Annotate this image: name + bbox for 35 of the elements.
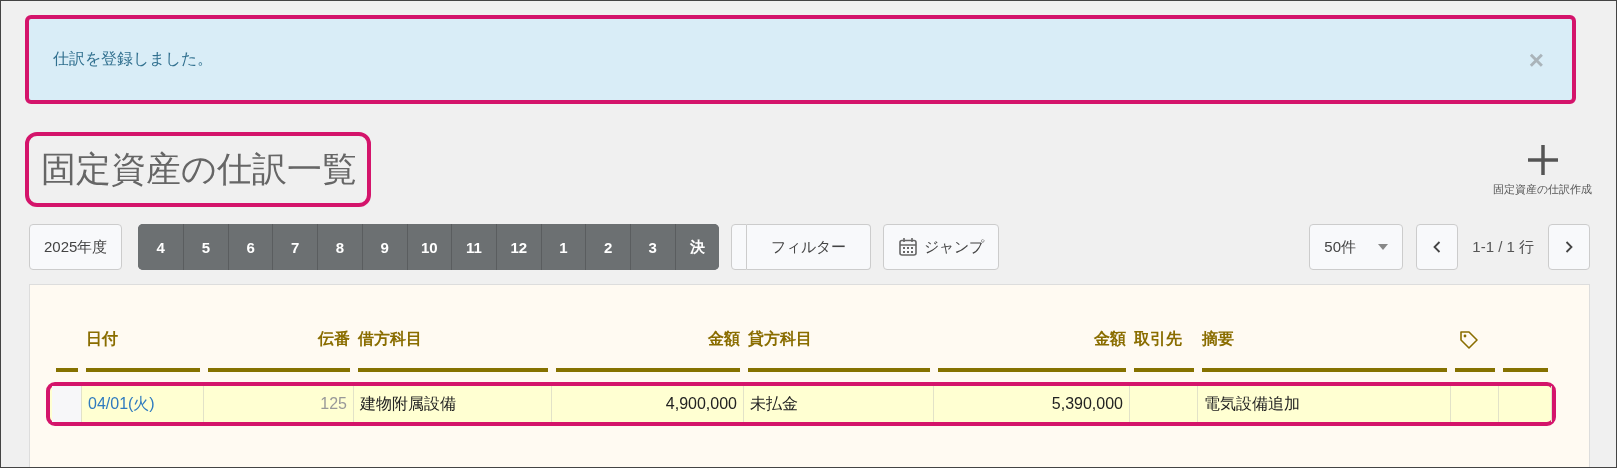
alert-message: 仕訳を登録しました。 bbox=[53, 49, 213, 69]
row-selector-cell[interactable] bbox=[52, 386, 82, 422]
column-header: 取引先 bbox=[1134, 330, 1182, 347]
caret-icon bbox=[1378, 244, 1389, 250]
next-page-button[interactable] bbox=[1548, 224, 1590, 270]
tag-icon bbox=[1459, 330, 1479, 350]
per-page-select[interactable]: 50件 bbox=[1309, 224, 1404, 270]
table-cell: 4,900,000 bbox=[552, 386, 744, 422]
plus-icon bbox=[1526, 144, 1559, 176]
chevron-right-icon bbox=[1565, 241, 1573, 253]
column-header: 金額 bbox=[708, 330, 740, 347]
column-header: 伝番 bbox=[318, 330, 350, 347]
page-title: 固定資産の仕訳一覧 bbox=[25, 132, 371, 207]
column-header: 借方科目 bbox=[358, 330, 422, 347]
column-header: 摘要 bbox=[1202, 330, 1234, 347]
table-cell: 建物附属設備 bbox=[354, 386, 552, 422]
table-cell: 5,390,000 bbox=[934, 386, 1130, 422]
chevron-left-icon bbox=[1433, 241, 1442, 253]
jump-button[interactable]: ジャンプ bbox=[883, 224, 1000, 270]
create-button[interactable]: 固定資産の仕訳作成 bbox=[1493, 144, 1592, 197]
filter-toggle[interactable] bbox=[731, 224, 748, 270]
fiscal-year-button[interactable]: 2025年度 bbox=[29, 224, 123, 270]
filter-button[interactable]: フィルター bbox=[747, 224, 872, 270]
table-cell: 125 bbox=[204, 386, 354, 422]
table-cell: 未払金 bbox=[744, 386, 934, 422]
column-header: 貸方科目 bbox=[748, 330, 812, 347]
date-link[interactable]: 04/01(火) bbox=[88, 393, 155, 415]
calendar-icon bbox=[898, 237, 919, 257]
column-header: 金額 bbox=[1094, 330, 1126, 347]
month-tab[interactable]: 決 bbox=[674, 224, 720, 270]
previous-page-button[interactable] bbox=[1416, 224, 1459, 270]
column-header: 日付 bbox=[86, 330, 118, 347]
table-row[interactable]: 04/01(火) 125 建物附属設備 4,900,000 未払金 5,390,000 電気設備追加 bbox=[46, 382, 1556, 426]
table-cell: 電気設備追加 bbox=[1198, 386, 1451, 422]
page-range: 1-1 / 1 行 bbox=[1472, 237, 1534, 257]
